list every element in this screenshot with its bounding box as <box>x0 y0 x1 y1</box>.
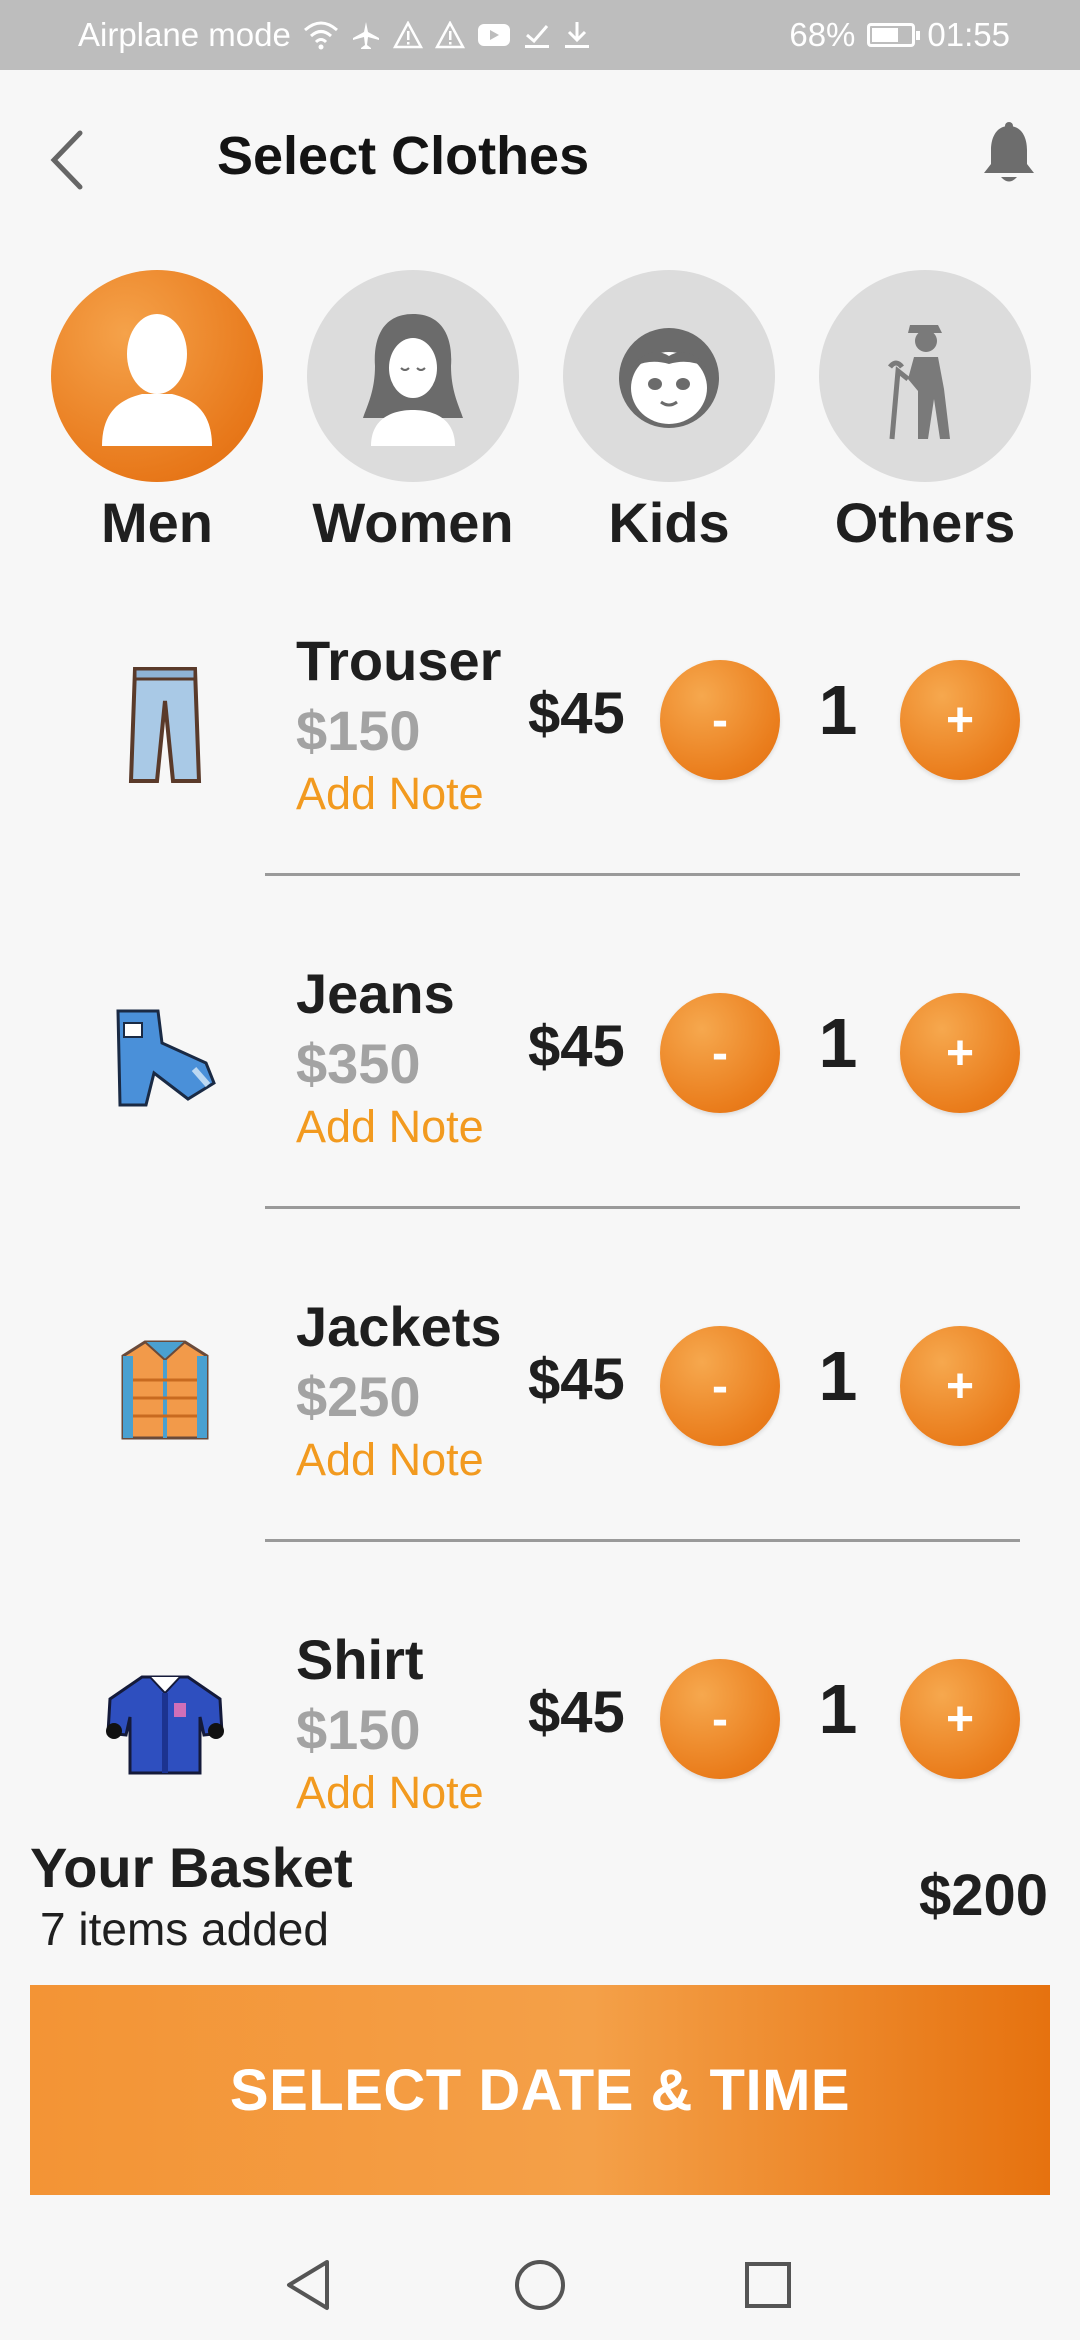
battery-icon <box>867 23 921 47</box>
jeans-icon <box>100 993 230 1123</box>
decrement-button[interactable]: - <box>660 1326 780 1446</box>
nav-home-button[interactable] <box>510 2255 570 2315</box>
add-note-link[interactable]: Add Note <box>296 1101 484 1153</box>
item-name: Trouser <box>296 629 502 692</box>
warning-icon <box>392 17 423 53</box>
increment-button[interactable]: + <box>900 660 1020 780</box>
nav-back-icon <box>287 2260 329 2310</box>
add-note-link[interactable]: Add Note <box>296 1434 484 1486</box>
jacket-icon <box>100 1326 230 1456</box>
warning-icon <box>434 17 465 53</box>
youtube-icon <box>477 17 511 53</box>
item-quantity: 1 <box>818 1337 858 1415</box>
divider <box>265 1206 1020 1209</box>
clothing-item-jackets: Jackets $250 Add Note $45 - 1 + <box>0 1286 1080 1619</box>
item-name: Shirt <box>296 1628 424 1691</box>
decrement-button[interactable]: - <box>660 1659 780 1779</box>
category-others-label: Others <box>834 491 1016 554</box>
item-unit-price: $45 <box>528 681 625 746</box>
woman-icon <box>363 314 463 446</box>
item-price: $350 <box>296 1032 421 1095</box>
kid-icon <box>619 328 719 428</box>
battery-percent: 68% <box>789 16 856 53</box>
category-others-circle <box>819 270 1031 482</box>
nav-recents-icon <box>745 2262 791 2308</box>
clothing-item-jeans: Jeans $350 Add Note $45 - 1 + <box>0 953 1080 1286</box>
category-men[interactable]: Men <box>42 270 272 560</box>
basket-summary: Your Basket 7 items added $200 <box>0 1820 1080 1980</box>
battery-fill <box>872 28 899 42</box>
bell-icon <box>984 122 1034 182</box>
wifi-icon <box>303 17 339 53</box>
trouser-icon <box>100 660 230 790</box>
item-quantity: 1 <box>818 1670 858 1748</box>
basket-item-count: 7 items added <box>40 1903 329 1955</box>
back-button[interactable] <box>40 125 100 195</box>
page-title: Select Clothes <box>217 126 590 186</box>
airplane-mode-text: Airplane mode <box>78 16 291 53</box>
divider <box>265 873 1020 876</box>
category-women-label: Women <box>312 491 514 554</box>
item-unit-price: $45 <box>528 1680 625 1745</box>
nav-recents-button[interactable] <box>738 2255 798 2315</box>
divider <box>265 1539 1020 1542</box>
nav-back-button[interactable] <box>278 2255 338 2315</box>
increment-button[interactable]: + <box>900 993 1020 1113</box>
item-name: Jeans <box>296 962 455 1025</box>
chevron-left-icon <box>50 130 83 190</box>
category-women-circle <box>307 270 519 482</box>
decrement-button[interactable]: - <box>660 660 780 780</box>
man-icon <box>102 314 212 446</box>
nav-home-icon <box>515 2260 565 2310</box>
status-right: 68% 01:55 <box>789 16 1010 54</box>
basket-total: $200 <box>918 1863 1048 1928</box>
item-price: $150 <box>296 1698 421 1761</box>
category-kids-label: Kids <box>608 491 730 554</box>
category-men-circle <box>51 270 263 482</box>
category-men-label: Men <box>101 491 213 554</box>
item-unit-price: $45 <box>528 1014 625 1079</box>
notifications-button[interactable] <box>978 120 1040 190</box>
increment-button[interactable]: + <box>900 1326 1020 1446</box>
download-icon <box>563 17 591 53</box>
increment-button[interactable]: + <box>900 1659 1020 1779</box>
header: Select Clothes <box>0 70 1080 240</box>
item-quantity: 1 <box>818 671 858 749</box>
category-kids-circle <box>563 270 775 482</box>
system-nav-bar <box>0 2200 1080 2340</box>
clothing-item-trouser: Trouser $150 Add Note $45 - 1 + <box>0 620 1080 953</box>
status-bar: Airplane mode 68% 01:55 <box>0 0 1080 70</box>
item-price: $250 <box>296 1365 421 1428</box>
category-others[interactable]: Others <box>810 270 1040 560</box>
item-unit-price: $45 <box>528 1347 625 1412</box>
category-women[interactable]: Women <box>298 270 528 560</box>
select-date-time-button[interactable]: SELECT DATE & TIME <box>30 1985 1050 2195</box>
clock: 01:55 <box>927 16 1010 53</box>
check-icon <box>523 17 551 53</box>
decrement-button[interactable]: - <box>660 993 780 1113</box>
elder-icon <box>888 325 950 440</box>
status-left: Airplane mode <box>78 16 591 54</box>
add-note-link[interactable]: Add Note <box>296 768 484 820</box>
item-quantity: 1 <box>818 1004 858 1082</box>
airplane-icon <box>351 17 381 53</box>
shirt-icon <box>100 1659 230 1789</box>
basket-title: Your Basket <box>30 1836 353 1899</box>
item-name: Jackets <box>296 1295 502 1358</box>
add-note-link[interactable]: Add Note <box>296 1767 484 1819</box>
item-price: $150 <box>296 699 421 762</box>
category-kids[interactable]: Kids <box>554 270 784 560</box>
